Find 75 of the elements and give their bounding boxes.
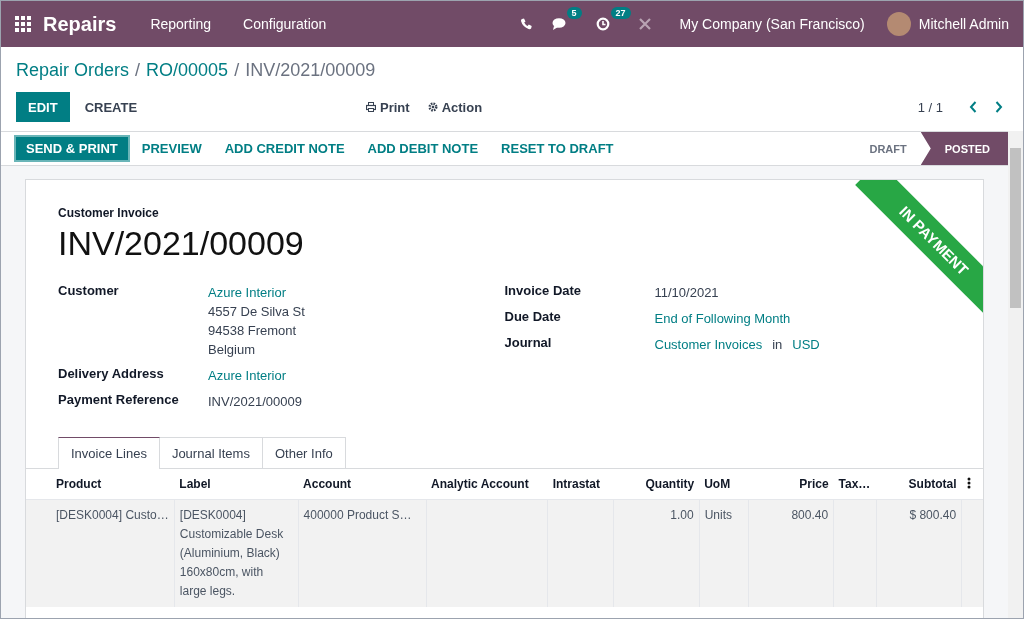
print-menu-button[interactable]: Print xyxy=(366,99,410,115)
header-action-button[interactable]: ADD CREDIT NOTE xyxy=(213,135,356,162)
notebook-tab[interactable]: Other Info xyxy=(261,437,346,469)
app-name[interactable]: Repairs xyxy=(39,12,135,36)
kebab-menu-icon xyxy=(966,476,971,489)
invoice-number: INV/2021/00009 xyxy=(58,224,304,263)
table-cell: [DESK0004] Customizable Desk (Aluminium, Black) 160x80cm, with large legs. xyxy=(179,508,284,598)
clock-icon xyxy=(595,17,610,31)
avatar-placeholder xyxy=(886,12,911,36)
field-label: Invoice Date xyxy=(504,283,583,300)
field-label: Journal xyxy=(504,335,553,352)
column-header[interactable]: Analytic Account xyxy=(426,468,548,500)
column-header[interactable]: Price xyxy=(748,468,834,500)
menu-item[interactable]: Reporting xyxy=(134,16,228,32)
field-value: 11/10/2021 xyxy=(654,284,719,302)
table-cell: 800.40 xyxy=(791,508,829,522)
table-cell: Units xyxy=(704,508,732,522)
column-header[interactable]: UoM xyxy=(699,468,749,500)
field-link[interactable]: Customer Invoices xyxy=(654,335,763,354)
table-cell: 400000 Product S… xyxy=(303,508,412,522)
field-label: Delivery Address xyxy=(58,366,165,383)
user-menu[interactable]: Mitchell Admin xyxy=(886,12,1023,36)
grid-icon xyxy=(15,16,31,32)
table-cell: 1.00 xyxy=(670,508,694,522)
column-header[interactable]: Quantity xyxy=(613,468,700,500)
notebook-tab[interactable]: Invoice Lines xyxy=(58,437,160,469)
field-value: 94538 Fremont xyxy=(208,322,297,340)
header-action-button[interactable]: SEND & PRINT xyxy=(14,135,130,162)
edit-button[interactable]: EDIT xyxy=(16,92,70,122)
breadcrumb-current: INV/2021/00009 xyxy=(245,59,376,81)
chat-bubbles-icon xyxy=(551,17,568,31)
crossed-tools-icon xyxy=(637,17,652,31)
header-action-button[interactable]: PREVIEW xyxy=(130,135,213,162)
breadcrumb-separator: / xyxy=(233,59,241,81)
status-stage[interactable]: DRAFT xyxy=(853,132,921,165)
column-header[interactable]: Subtotal xyxy=(876,468,962,500)
breadcrumb-link[interactable]: Repair Orders xyxy=(16,59,130,81)
table-cell: [DESK0004] Custo… xyxy=(56,508,169,522)
header-action-button[interactable]: RESET TO DRAFT xyxy=(490,135,625,162)
pager-value: 1 / 1 xyxy=(917,99,943,115)
phone-icon xyxy=(519,18,532,30)
field-label: Payment Reference xyxy=(58,392,180,409)
field-link[interactable]: End of Following Month xyxy=(654,309,791,328)
create-button[interactable]: CREATE xyxy=(72,92,150,122)
status-stage[interactable]: POSTED xyxy=(920,132,1008,165)
field-value: Belgium xyxy=(208,341,255,359)
field-link[interactable]: USD xyxy=(792,335,820,354)
chevron-left-icon xyxy=(969,101,977,113)
vertical-scrollbar[interactable] xyxy=(1008,131,1023,618)
gear-icon xyxy=(427,102,438,112)
table-cell: $ 800.40 xyxy=(909,508,957,522)
breadcrumb-separator: / xyxy=(134,59,142,81)
field-value: in xyxy=(772,336,783,354)
invoice-type-label: Customer Invoice xyxy=(58,206,159,220)
scrollbar-thumb[interactable] xyxy=(1010,148,1021,308)
column-header[interactable]: Intrastat xyxy=(547,468,614,500)
printer-icon xyxy=(366,102,376,112)
column-header[interactable]: Tax… xyxy=(833,468,877,500)
header-action-button[interactable]: ADD DEBIT NOTE xyxy=(356,135,490,162)
field-value: INV/2021/00009 xyxy=(208,393,302,411)
message-count-badge: 5 xyxy=(566,7,582,19)
field-value: 4557 De Silva St xyxy=(208,303,305,321)
column-header[interactable]: Label xyxy=(174,468,299,500)
activity-count-badge: 27 xyxy=(610,7,631,19)
field-label: Customer xyxy=(58,283,120,300)
breadcrumb-link[interactable]: RO/00005 xyxy=(146,59,229,81)
chevron-right-icon xyxy=(995,101,1003,113)
field-label: Due Date xyxy=(504,309,562,326)
column-header[interactable]: Account xyxy=(298,468,427,500)
menu-item[interactable]: Configuration xyxy=(227,16,343,32)
field-link[interactable]: Azure Interior xyxy=(208,283,287,302)
company-switcher[interactable]: My Company (San Francisco) xyxy=(661,16,887,32)
column-header[interactable]: Product xyxy=(26,468,175,500)
action-menu-button[interactable]: Action xyxy=(427,99,483,115)
field-link[interactable]: Azure Interior xyxy=(208,366,287,385)
